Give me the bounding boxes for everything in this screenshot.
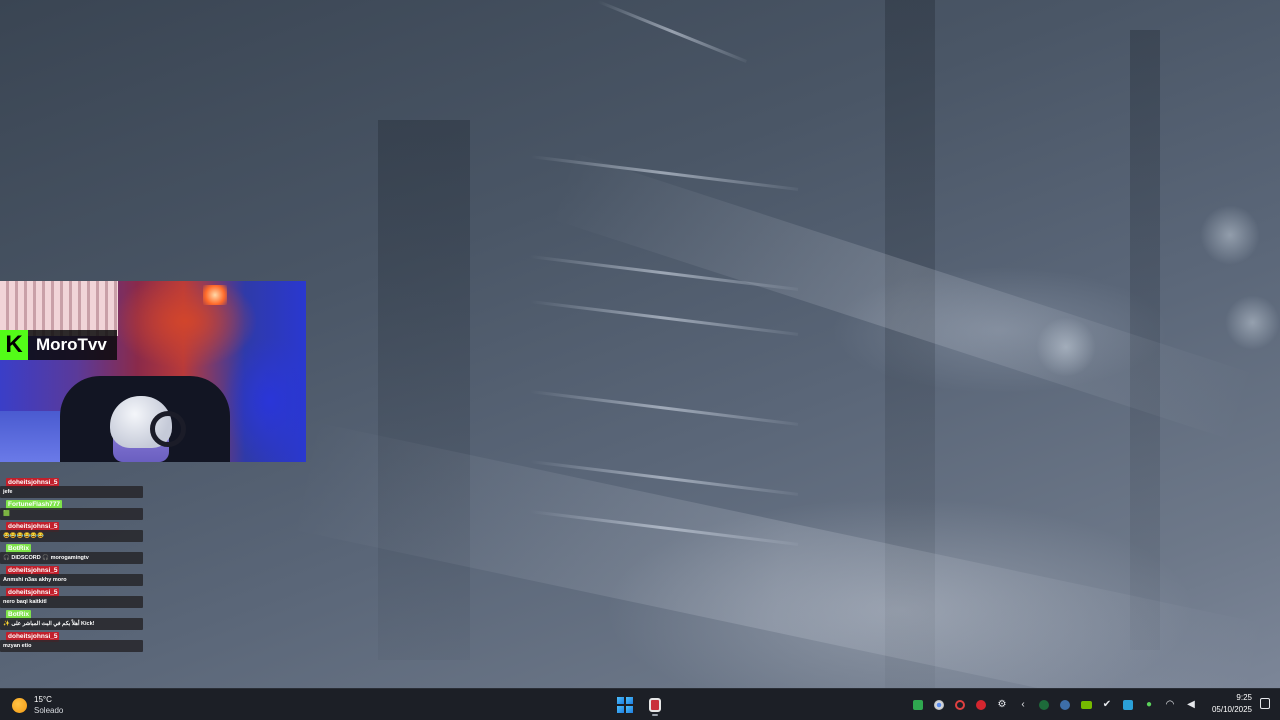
chat-message: doheitsjohnsi_5 Anmshi n3as akhy moro <box>0 566 143 588</box>
windows-start-icon[interactable] <box>615 695 635 715</box>
streamer-name: MoroTvv <box>28 330 117 360</box>
wallpaper-shape <box>597 0 747 63</box>
wallpaper-shape <box>529 390 799 426</box>
app-green-icon[interactable] <box>912 699 924 711</box>
chat-message: doheitsjohnsi_5 jefe <box>0 478 143 500</box>
system-tray: ⚙ ‹ ✔ ● ◠ ◀ <box>912 695 1197 715</box>
background-curtain <box>0 281 118 336</box>
chat-message: BotRix 🎧 DIDSCORD 🎧 morogamingtv <box>0 544 143 566</box>
chat-message: doheitsjohnsi_5 😂😂😂😂😂😂 <box>0 522 143 544</box>
chat-text: 🎧 DIDSCORD 🎧 morogamingtv <box>0 552 143 564</box>
clock-date: 05/10/2025 <box>1211 705 1252 714</box>
weather-temperature: 15°C <box>34 694 52 704</box>
chat-text: Anmshi n3as akhy moro <box>0 574 143 586</box>
pinned-app-button[interactable] <box>644 694 666 716</box>
webcam-overlay: K MoroTvv <box>0 281 306 462</box>
streamer-badge: K MoroTvv <box>0 330 117 360</box>
chat-message: doheitsjohnsi_5 nero baqi kaitkitl <box>0 588 143 610</box>
check-icon[interactable]: ✔ <box>1101 699 1113 711</box>
chrome-icon[interactable] <box>933 699 945 711</box>
chat-text: jefe <box>0 486 143 498</box>
chat-text: mzyan etio <box>0 640 143 652</box>
sun-icon <box>12 697 27 713</box>
app-icon <box>649 698 661 712</box>
chat-text: ✨ أهلاً بكم في البث المباشر على Kick! <box>0 618 143 630</box>
settings-icon[interactable]: ⚙ <box>996 699 1008 711</box>
kick-logo-icon: K <box>0 330 28 360</box>
weather-widget[interactable]: 15°C Soleado <box>12 693 63 717</box>
running-indicator <box>652 714 658 716</box>
chat-message: BotRix ✨ أهلاً بكم في البث المباشر على K… <box>0 610 143 632</box>
app-green2-icon[interactable] <box>1038 699 1050 711</box>
wallpaper-shape <box>378 120 470 660</box>
chat-text: nero baqi kaitkitl <box>0 596 143 608</box>
weather-condition: Soleado <box>34 705 64 715</box>
chat-message: FortuneFlash777 🟩 <box>0 500 143 522</box>
chat-overlay: doheitsjohnsi_5 jefe FortuneFlash777 🟩 d… <box>0 478 143 654</box>
app-red2-icon[interactable] <box>975 699 987 711</box>
nvidia-icon[interactable] <box>1080 699 1092 711</box>
chat-message: doheitsjohnsi_5 mzyan etio <box>0 632 143 654</box>
wallpaper-shape <box>1225 295 1280 350</box>
shield-icon[interactable] <box>1122 699 1134 711</box>
headset <box>150 411 186 447</box>
steam-icon[interactable] <box>1059 699 1071 711</box>
chevron-left-icon[interactable]: ‹ <box>1017 699 1029 711</box>
chat-text: 😂😂😂😂😂😂 <box>0 530 143 542</box>
desktop-wallpaper: K MoroTvv doheitsjohnsi_5 jefe FortuneFl… <box>0 0 1280 688</box>
wallpaper-shape <box>1035 318 1097 376</box>
background-lamp <box>203 285 227 305</box>
speaker-icon[interactable]: ◀ <box>1185 699 1197 711</box>
chat-text: 🟩 <box>0 508 143 520</box>
clock-time: 9:25 <box>1236 693 1252 702</box>
wallpaper-shape <box>529 300 799 336</box>
notification-icon[interactable] <box>1260 698 1270 709</box>
wifi-icon[interactable]: ◠ <box>1164 699 1176 711</box>
app-red-icon[interactable] <box>954 699 966 711</box>
taskbar: 15°C Soleado ⚙ ‹ ✔ ● ◠ ◀ 9:25 05/10/2025 <box>0 688 1280 720</box>
clock[interactable]: 9:25 05/10/2025 <box>1212 692 1252 716</box>
wallpaper-shape <box>1200 205 1260 265</box>
microphone-icon[interactable]: ● <box>1143 699 1155 711</box>
